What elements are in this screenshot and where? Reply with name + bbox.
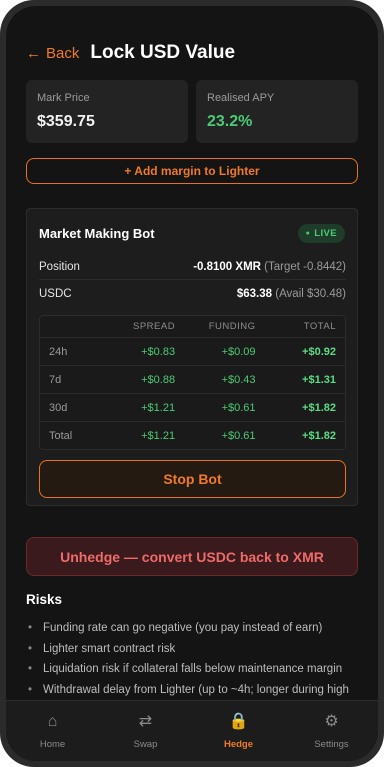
list-item: • Funding rate can go negative (you pay i… (28, 618, 368, 639)
table-row: 24h +$0.83 +$0.09 +$0.92 (40, 338, 345, 366)
total-cell: +$1.82 (302, 430, 336, 442)
position-target: (Target -0.8442) (264, 260, 346, 273)
list-item: • Lighter smart contract risk (28, 639, 368, 660)
table-row: 7d +$0.88 +$0.43 +$1.31 (40, 366, 345, 394)
risk-text: Withdrawal delay from Lighter (up to ~4h… (43, 683, 349, 696)
page-header: ← Back Lock USD Value (26, 42, 235, 64)
spread-cell: +$0.88 (141, 373, 176, 386)
bullet-icon: • (28, 622, 33, 635)
position-label: Position (39, 260, 80, 273)
list-item: • Liquidation risk if collateral falls be… (28, 659, 368, 680)
status-badge: ● LIVE (297, 224, 345, 243)
back-arrow-icon: ← (26, 45, 41, 62)
spread-header: SPREAD (132, 321, 176, 332)
position-value: -0.8100 XMR (193, 260, 261, 273)
risk-text: Lighter smart contract risk (43, 642, 176, 655)
app-screen: ← Back Lock USD Value Mark Price $359.75… (6, 6, 378, 761)
swap-icon: ⇄ (138, 713, 153, 730)
risk-text: Funding rate can go negative (you pay in… (43, 622, 323, 635)
table-row: Total +$1.21 +$0.61 +$1.82 (40, 422, 345, 449)
position-value-group: -0.8100 XMR (Target -0.8442) (193, 261, 346, 273)
total-cell: +$1.82 (302, 401, 336, 414)
usdc-value-group: $63.38 (Avail $30.48) (237, 288, 346, 300)
unhedge-button[interactable]: Unhedge — convert USDC back to XMR (26, 537, 358, 576)
tab-hedge[interactable]: 🔒 Hedge (192, 701, 285, 761)
home-icon: ⌂ (47, 713, 58, 730)
table-row: 30d +$1.21 +$0.61 +$1.82 (40, 394, 345, 422)
phone-frame: ← Back Lock USD Value Mark Price $359.75… (0, 0, 384, 767)
mark-price-value: $359.75 (37, 113, 95, 130)
position-row: Position -0.8100 XMR (Target -0.8442) (39, 254, 346, 280)
gear-icon: ⚙ (324, 713, 339, 730)
tab-label: Settings (314, 739, 349, 750)
bullet-icon: • (28, 683, 33, 696)
live-dot-icon: ● (305, 230, 311, 237)
pnl-table: SPREAD FUNDING TOTAL 24h +$0.83 +$0.09 +… (39, 315, 346, 450)
period-cell: Total (49, 430, 73, 442)
total-cell: +$1.31 (302, 373, 336, 386)
mark-price-label: Mark Price (37, 92, 90, 104)
funding-cell: +$0.09 (221, 345, 256, 358)
market-making-bot-card: Market Making Bot ● LIVE Position -0.810… (26, 208, 358, 506)
usdc-label: USDC (39, 288, 72, 300)
total-cell: +$0.92 (302, 345, 336, 358)
back-label: Back (46, 45, 80, 62)
back-button[interactable]: ← Back (26, 45, 79, 62)
risk-text: Liquidation risk if collateral falls bel… (43, 663, 343, 676)
spread-cell: +$1.21 (141, 401, 176, 414)
funding-cell: +$0.43 (221, 373, 256, 386)
realised-apy-card: Realised APY 23.2% (196, 80, 358, 143)
bullet-icon: • (28, 642, 33, 655)
status-badge-label: LIVE (314, 228, 337, 239)
total-header: TOTAL (303, 321, 336, 332)
mark-price-card: Mark Price $359.75 (26, 80, 188, 143)
bottom-tab-bar: ⌂ Home ⇄ Swap 🔒 Hedge ⚙ Settings (6, 700, 378, 761)
bullet-icon: • (28, 663, 33, 676)
funding-cell: +$0.61 (221, 430, 256, 442)
risks-list: • Funding rate can go negative (you pay i… (28, 618, 368, 700)
pnl-table-header: SPREAD FUNDING TOTAL (40, 316, 345, 338)
lock-icon: 🔒 (228, 713, 249, 730)
realised-apy-label: Realised APY (207, 92, 275, 104)
tab-settings[interactable]: ⚙ Settings (285, 701, 378, 761)
bot-title: Market Making Bot (39, 226, 155, 241)
tab-home[interactable]: ⌂ Home (6, 701, 99, 761)
period-cell: 7d (49, 373, 62, 386)
spread-cell: +$0.83 (141, 345, 176, 358)
tab-swap[interactable]: ⇄ Swap (99, 701, 192, 761)
tab-label: Home (39, 739, 66, 750)
add-margin-button[interactable]: + Add margin to Lighter (26, 158, 358, 184)
page-title: Lock USD Value (90, 42, 236, 63)
tab-label: Hedge (223, 739, 254, 750)
realised-apy-value: 23.2% (207, 113, 253, 130)
risks-heading: Risks (26, 592, 63, 607)
usdc-available: (Avail $30.48) (275, 288, 346, 300)
list-item: • Withdrawal delay from Lighter (up to ~4… (28, 680, 368, 701)
usdc-value: $63.38 (236, 288, 273, 300)
spread-cell: +$1.21 (141, 430, 176, 442)
funding-cell: +$0.61 (221, 401, 256, 414)
usdc-row: USDC $63.38 (Avail $30.48) (39, 281, 346, 307)
period-cell: 30d (49, 401, 68, 414)
period-cell: 24h (49, 345, 68, 358)
funding-header: FUNDING (208, 321, 256, 332)
stop-bot-button[interactable]: Stop Bot (39, 460, 346, 498)
tab-label: Swap (133, 739, 158, 750)
